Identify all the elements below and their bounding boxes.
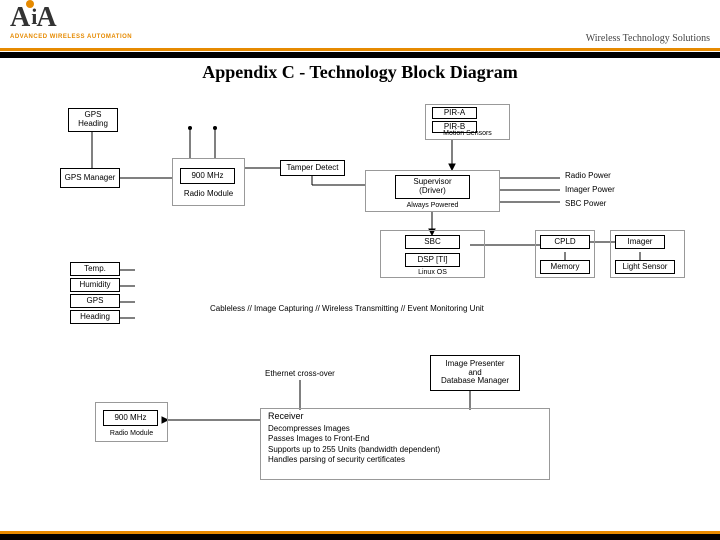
label-ethernet: Ethernet cross-over (265, 370, 335, 379)
block-memory: Memory (540, 260, 590, 274)
block-presenter: Image Presenter and Database Manager (430, 355, 520, 391)
label-sbc-power: SBC Power (565, 200, 606, 209)
block-tamper: Tamper Detect (280, 160, 345, 176)
diagram-canvas: GPS Heading GPS Manager 900 MHz Radio Mo… (0, 90, 720, 510)
block-900mhz-2: 900 MHz (103, 410, 158, 426)
logo: AiA ADVANCED WIRELESS AUTOMATION (10, 2, 132, 40)
block-900mhz-1: 900 MHz (180, 168, 235, 184)
block-gps: GPS (70, 294, 120, 308)
label-unit-caption: Cableless // Image Capturing // Wireless… (210, 305, 484, 314)
divider-black-bottom (0, 534, 720, 540)
block-gps-heading: GPS Heading (68, 108, 118, 132)
label-receiver-lines: Decompresses Images Passes Images to Fro… (268, 424, 440, 466)
node-dot-1 (188, 126, 192, 130)
label-always-powered: Always Powered (365, 202, 500, 210)
divider-black-top (0, 52, 720, 58)
block-cpld: CPLD (540, 235, 590, 249)
page-title: Appendix C - Technology Block Diagram (0, 62, 720, 83)
block-light-sensor: Light Sensor (615, 260, 675, 274)
label-radio-module-2: Radio Module (95, 430, 168, 438)
label-motion-sensors: Motion Sensors (425, 130, 510, 138)
block-pir-a: PIR-A (432, 107, 477, 119)
label-radio-power: Radio Power (565, 172, 611, 181)
block-temp: Temp. (70, 262, 120, 276)
label-linux-os: Linux OS (380, 269, 485, 277)
block-heading2: Heading (70, 310, 120, 324)
node-dot-2 (213, 126, 217, 130)
divider-orange-top (0, 48, 720, 51)
block-sbc: SBC (405, 235, 460, 249)
label-imager-power: Imager Power (565, 186, 615, 195)
logo-text: AiA (10, 2, 132, 34)
page-header: AiA ADVANCED WIRELESS AUTOMATION Wireles… (0, 0, 720, 60)
block-dsp: DSP [TI] (405, 253, 460, 267)
tagline: Wireless Technology Solutions (586, 33, 710, 44)
label-receiver-title: Receiver (268, 412, 304, 422)
block-humidity: Humidity (70, 278, 120, 292)
block-gps-manager: GPS Manager (60, 168, 120, 188)
label-radio-module-1: Radio Module (172, 190, 245, 199)
logo-subtext: ADVANCED WIRELESS AUTOMATION (10, 34, 132, 40)
block-imager: Imager (615, 235, 665, 249)
block-supervisor: Supervisor (Driver) (395, 175, 470, 199)
